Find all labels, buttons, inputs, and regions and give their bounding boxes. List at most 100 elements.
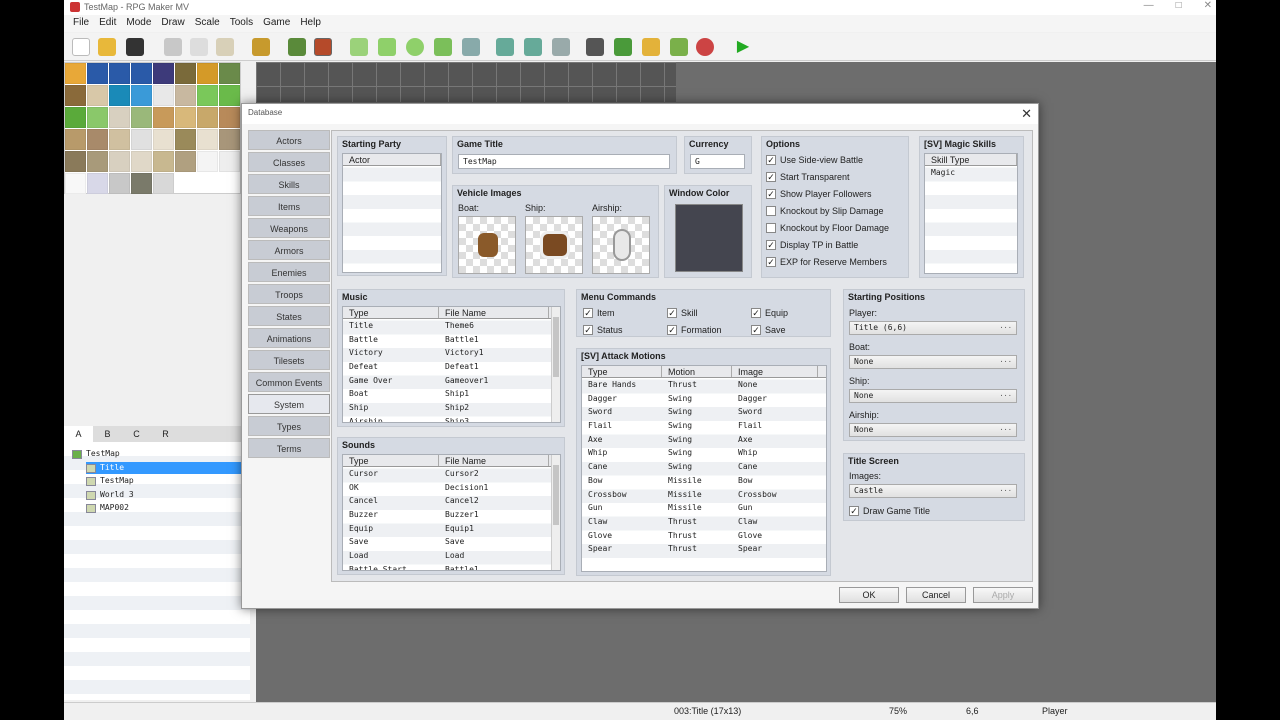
table-row[interactable]: Spear Thrust Spear — [582, 542, 826, 556]
zoom-out-icon[interactable] — [524, 38, 542, 56]
category-troops[interactable]: Troops — [248, 284, 330, 304]
scrollbar[interactable] — [551, 307, 560, 422]
category-weapons[interactable]: Weapons — [248, 218, 330, 238]
table-row[interactable]: Whip Swing Whip — [582, 446, 826, 460]
ok-button[interactable]: OK — [839, 587, 899, 603]
category-enemies[interactable]: Enemies — [248, 262, 330, 282]
shadow-pen-icon[interactable] — [462, 38, 480, 56]
close-icon[interactable]: ✕ — [1204, 0, 1212, 11]
tile[interactable] — [131, 151, 152, 172]
category-system[interactable]: System — [248, 394, 330, 414]
cut-icon[interactable] — [164, 38, 182, 56]
menu-edit[interactable]: Edit — [94, 15, 121, 32]
attack-motions-list[interactable]: Type Motion Image Bare Hands Thrust None Dagge… — [581, 365, 827, 572]
table-row[interactable]: Ship Ship2 — [343, 401, 560, 415]
tile[interactable] — [153, 85, 174, 106]
category-items[interactable]: Items — [248, 196, 330, 216]
table-row[interactable]: Save Save — [343, 535, 560, 549]
palette-tab-r[interactable]: R — [151, 426, 180, 442]
menu-command-checkbox[interactable]: ✓ Status — [583, 321, 667, 338]
tile[interactable] — [87, 63, 108, 84]
table-row[interactable]: Cane Swing Cane — [582, 460, 826, 474]
palette-tab-c[interactable]: C — [122, 426, 151, 442]
menu-mode[interactable]: Mode — [121, 15, 156, 32]
option-checkbox[interactable]: ✓ Display TP in Battle — [766, 236, 889, 253]
tile[interactable] — [219, 63, 240, 84]
map-tree-item[interactable]: TestMap — [86, 475, 134, 487]
tile[interactable] — [153, 173, 174, 194]
tile[interactable] — [197, 107, 218, 128]
menu-command-checkbox[interactable]: ✓ Equip — [751, 304, 828, 321]
option-checkbox[interactable]: ✓ EXP for Reserve Members — [766, 253, 889, 270]
menu-command-checkbox[interactable]: ✓ Save — [751, 321, 828, 338]
table-row[interactable]: Title Theme6 — [343, 319, 560, 333]
tile[interactable] — [197, 151, 218, 172]
tile[interactable] — [65, 129, 86, 150]
tile[interactable] — [175, 151, 196, 172]
tile[interactable] — [197, 85, 218, 106]
scrollbar-thumb[interactable] — [553, 465, 559, 525]
category-armors[interactable]: Armors — [248, 240, 330, 260]
table-row[interactable]: Glove Thrust Glove — [582, 529, 826, 543]
tile[interactable] — [175, 129, 196, 150]
tile[interactable] — [87, 173, 108, 194]
table-row[interactable]: Dagger Swing Dagger — [582, 392, 826, 406]
title-image-select[interactable]: Castle ··· — [849, 484, 1017, 498]
apply-button[interactable]: Apply — [973, 587, 1033, 603]
list-item[interactable]: Magic — [925, 166, 1017, 180]
table-row[interactable]: Cursor Cursor2 — [343, 467, 560, 481]
boat-image[interactable] — [458, 216, 516, 274]
tile[interactable] — [197, 63, 218, 84]
tile[interactable] — [65, 85, 86, 106]
tile[interactable] — [219, 129, 240, 150]
table-row[interactable]: Gun Missile Gun — [582, 501, 826, 515]
tile[interactable] — [175, 63, 196, 84]
tile[interactable] — [131, 63, 152, 84]
tile[interactable] — [175, 85, 196, 106]
paste-icon[interactable] — [216, 38, 234, 56]
new-project-icon[interactable] — [72, 38, 90, 56]
plugin-manager-icon[interactable] — [614, 38, 632, 56]
tile[interactable] — [131, 85, 152, 106]
table-row[interactable]: Cancel Cancel2 — [343, 494, 560, 508]
category-types[interactable]: Types — [248, 416, 330, 436]
zoom-in-icon[interactable] — [496, 38, 514, 56]
map-tree-item[interactable]: World 3 — [86, 489, 134, 501]
tile[interactable] — [109, 63, 130, 84]
palette-tab-a[interactable]: A — [64, 426, 93, 442]
tile[interactable] — [87, 85, 108, 106]
table-row[interactable]: Claw Thrust Claw — [582, 515, 826, 529]
table-row[interactable]: Battle Battle1 — [343, 333, 560, 347]
tile[interactable] — [131, 129, 152, 150]
playtest-icon[interactable]: ▶ — [734, 38, 752, 56]
menu-file[interactable]: File — [68, 15, 94, 32]
player-position-select[interactable]: Title (6,6) ··· — [849, 321, 1017, 335]
character-generator-icon[interactable] — [696, 38, 714, 56]
pencil-icon[interactable] — [350, 38, 368, 56]
maximize-icon[interactable]: □ — [1176, 0, 1182, 11]
tile[interactable] — [65, 173, 86, 194]
tile[interactable] — [109, 129, 130, 150]
menu-command-checkbox[interactable]: ✓ Item — [583, 304, 667, 321]
tile[interactable] — [87, 107, 108, 128]
undo-icon[interactable] — [252, 38, 270, 56]
open-project-icon[interactable] — [98, 38, 116, 56]
category-animations[interactable]: Animations — [248, 328, 330, 348]
table-row[interactable]: Bare Hands Thrust None — [582, 378, 826, 392]
tile[interactable] — [131, 173, 152, 194]
table-row[interactable]: Defeat Defeat1 — [343, 360, 560, 374]
tile[interactable] — [87, 129, 108, 150]
table-row[interactable]: Load Load — [343, 549, 560, 563]
map-tree-item[interactable]: Title — [86, 461, 254, 474]
rectangle-icon[interactable] — [378, 38, 396, 56]
tile[interactable] — [175, 107, 196, 128]
table-row[interactable]: Battle Start Battle1 — [343, 563, 560, 570]
table-row[interactable]: Sword Swing Sword — [582, 405, 826, 419]
game-title-input[interactable]: TestMap — [458, 154, 670, 169]
boat-position-select[interactable]: None ··· — [849, 355, 1017, 369]
tile[interactable] — [109, 107, 130, 128]
fill-icon[interactable] — [434, 38, 452, 56]
tile[interactable] — [109, 85, 130, 106]
menu-game[interactable]: Game — [258, 15, 295, 32]
minimize-icon[interactable]: — — [1144, 0, 1154, 11]
